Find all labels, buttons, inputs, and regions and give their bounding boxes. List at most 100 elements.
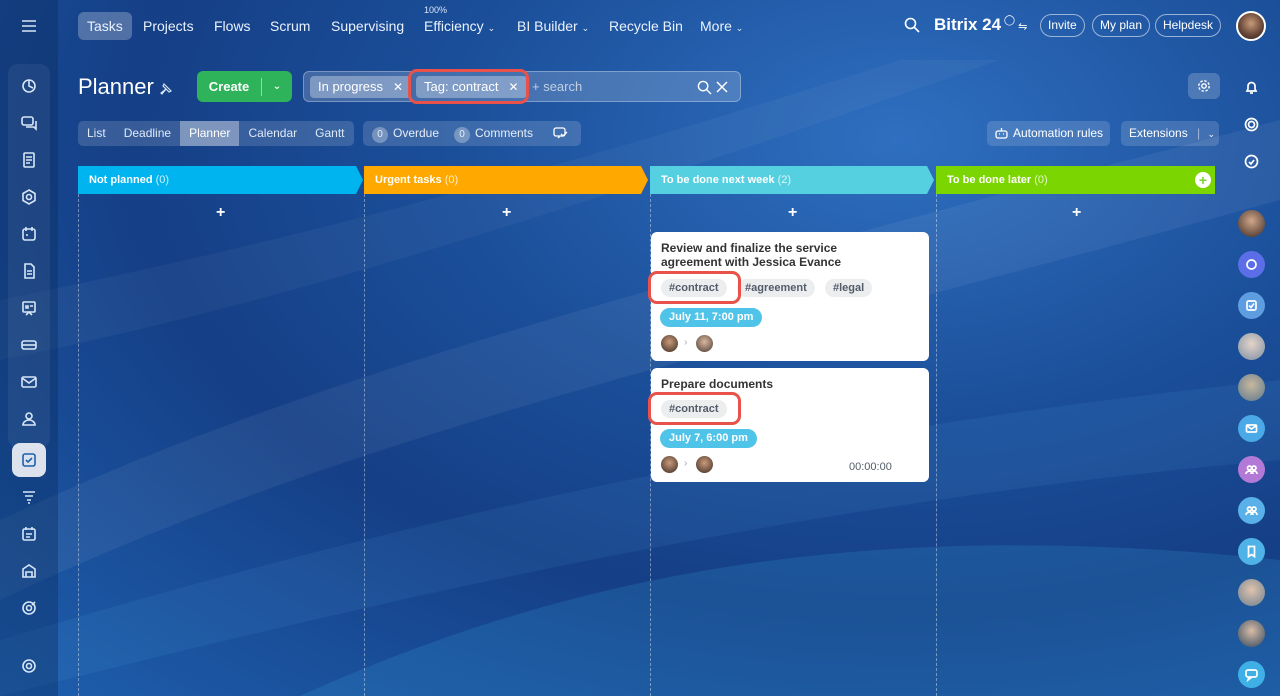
creator-avatar[interactable] <box>661 335 678 352</box>
tab-list[interactable]: List <box>78 121 115 146</box>
nav-tasks[interactable]: Tasks <box>78 12 132 40</box>
sidebar-item-funnel-icon[interactable] <box>12 480 46 514</box>
chevron-down-icon[interactable]: ⌄ <box>1208 129 1216 139</box>
nav-more[interactable]: More ⌄ <box>691 12 752 40</box>
deadline-badge[interactable]: July 11, 7:00 pm <box>660 308 763 327</box>
search-icon[interactable] <box>904 17 920 33</box>
sidebar-item-store-icon[interactable] <box>12 328 46 362</box>
contact-avatar[interactable] <box>1238 579 1265 606</box>
tab-deadline[interactable]: Deadline <box>115 121 180 146</box>
clear-icon[interactable] <box>716 81 728 93</box>
nav-scrum[interactable]: Scrum <box>261 12 319 40</box>
helpdesk-button[interactable]: Helpdesk <box>1155 14 1222 37</box>
group-chat-icon[interactable] <box>1238 456 1265 483</box>
comments-count: 0 <box>454 127 470 143</box>
team-chat-icon[interactable] <box>1238 497 1265 524</box>
contact-avatar[interactable] <box>1238 333 1265 360</box>
nav-flows[interactable]: Flows <box>205 12 260 40</box>
sidebar-item-calendar-icon[interactable] <box>12 217 46 251</box>
sidebar-item-workflows-icon[interactable] <box>12 517 46 551</box>
tab-planner[interactable]: Planner <box>180 121 240 146</box>
mail-chat-icon[interactable] <box>1238 415 1265 442</box>
responsible-avatar[interactable] <box>696 335 713 352</box>
divider: | <box>1197 126 1201 140</box>
add-column-icon[interactable]: + <box>1195 172 1211 188</box>
sidebar-item-sites-icon[interactable] <box>12 291 46 325</box>
sidebar-item-documents-icon[interactable] <box>12 143 46 177</box>
add-task-plus-icon[interactable]: + <box>788 204 797 222</box>
search-icon[interactable] <box>697 80 712 95</box>
column-count: (2) <box>777 174 792 186</box>
sidebar-item-mail-icon[interactable] <box>12 365 46 399</box>
extensions-label: Extensions <box>1129 126 1188 140</box>
copilot-chat-icon[interactable] <box>1238 251 1265 278</box>
sidebar-item-drive-icon[interactable] <box>12 254 46 288</box>
contact-avatar[interactable] <box>1238 210 1265 237</box>
tasks-chat-icon[interactable] <box>1238 292 1265 319</box>
settings-gear-icon[interactable] <box>12 649 46 683</box>
sidebar-item-feed-icon[interactable] <box>12 69 46 103</box>
chat-bubble-icon[interactable] <box>1238 661 1265 688</box>
task-title[interactable]: Review and finalize the service agreemen… <box>661 241 901 269</box>
sidebar-item-messenger-icon[interactable] <box>12 106 46 140</box>
sidebar-item-goals-icon[interactable] <box>12 591 46 625</box>
search-input[interactable]: + search <box>532 79 582 94</box>
add-task-plus-icon[interactable]: + <box>216 204 225 222</box>
sidebar-item-contacts-icon[interactable] <box>12 402 46 436</box>
column-count: (0) <box>444 174 459 186</box>
menu-icon[interactable] <box>12 9 46 43</box>
contact-avatar[interactable] <box>1238 620 1265 647</box>
time-tracker[interactable]: 00:00:00 <box>849 461 892 473</box>
read-all-icon[interactable] <box>553 126 568 141</box>
comments-counter[interactable]: 0 Comments <box>454 121 533 146</box>
top-navigation: Tasks Projects Flows Scrum Supervising 1… <box>58 0 1280 52</box>
nav-recycle-bin[interactable]: Recycle Bin <box>600 12 692 40</box>
automation-rules-button[interactable]: Automation rules <box>987 121 1110 146</box>
overdue-counter[interactable]: 0 Overdue <box>372 121 439 146</box>
close-icon[interactable]: ✕ <box>393 80 403 94</box>
nav-projects[interactable]: Projects <box>134 12 203 40</box>
my-plan-button[interactable]: My plan <box>1092 14 1151 37</box>
column-header-next-week[interactable]: To be done next week (2) <box>650 166 927 194</box>
create-button[interactable]: Create ⌄ <box>197 71 292 102</box>
bookmark-icon[interactable] <box>1238 538 1265 565</box>
tab-gantt[interactable]: Gantt <box>306 121 353 146</box>
invite-button[interactable]: Invite <box>1040 14 1085 37</box>
brand-logo[interactable]: Bitrix 24 ◯ ⇋ <box>934 15 1027 35</box>
settings-toggle-icon[interactable]: ⇋ <box>1015 21 1027 33</box>
add-task-plus-icon[interactable]: + <box>1072 204 1081 222</box>
copilot-spiral-icon[interactable] <box>1238 111 1265 138</box>
settings-button[interactable] <box>1188 73 1220 99</box>
filter-chip-in-progress[interactable]: In progress ✕ <box>310 76 412 98</box>
nav-bi-builder-label: BI Builder <box>517 18 578 34</box>
sidebar-item-crm-icon[interactable] <box>12 180 46 214</box>
nav-bi-builder[interactable]: BI Builder ⌄ <box>508 12 598 40</box>
sidebar-item-tasks-icon[interactable] <box>12 443 46 477</box>
left-sidebar <box>0 0 58 696</box>
sidebar-item-inventory-icon[interactable] <box>12 554 46 588</box>
pin-icon[interactable] <box>159 82 173 96</box>
chat-search-icon[interactable] <box>1238 148 1265 175</box>
tag-legal[interactable]: #legal <box>825 279 873 297</box>
add-task-plus-icon[interactable]: + <box>502 204 511 222</box>
extensions-button[interactable]: Extensions | ⌄ <box>1121 121 1219 146</box>
nav-efficiency[interactable]: Efficiency ⌄ <box>415 12 504 40</box>
user-avatar[interactable] <box>1236 11 1266 41</box>
column-divider <box>936 194 937 696</box>
column-header-later[interactable]: To be done later (0) <box>936 166 1215 194</box>
column-header-urgent[interactable]: Urgent tasks (0) <box>364 166 641 194</box>
responsible-avatar[interactable] <box>696 456 713 473</box>
tab-calendar[interactable]: Calendar <box>239 121 306 146</box>
task-title[interactable]: Prepare documents <box>661 377 901 391</box>
notifications-bell-icon[interactable] <box>1238 74 1265 101</box>
chevron-down-icon[interactable]: ⌄ <box>262 81 292 92</box>
nav-supervising[interactable]: Supervising <box>322 12 413 40</box>
column-header-not-planned[interactable]: Not planned (0) <box>78 166 356 194</box>
deadline-badge[interactable]: July 7, 6:00 pm <box>660 429 757 448</box>
creator-avatar[interactable] <box>661 456 678 473</box>
contact-avatar[interactable] <box>1238 374 1265 401</box>
column-count: (0) <box>1034 174 1048 186</box>
robot-icon <box>995 128 1008 139</box>
tag-agreement[interactable]: #agreement <box>737 279 815 297</box>
task-card[interactable]: Prepare documents #contract July 7, 6:00… <box>651 368 929 482</box>
